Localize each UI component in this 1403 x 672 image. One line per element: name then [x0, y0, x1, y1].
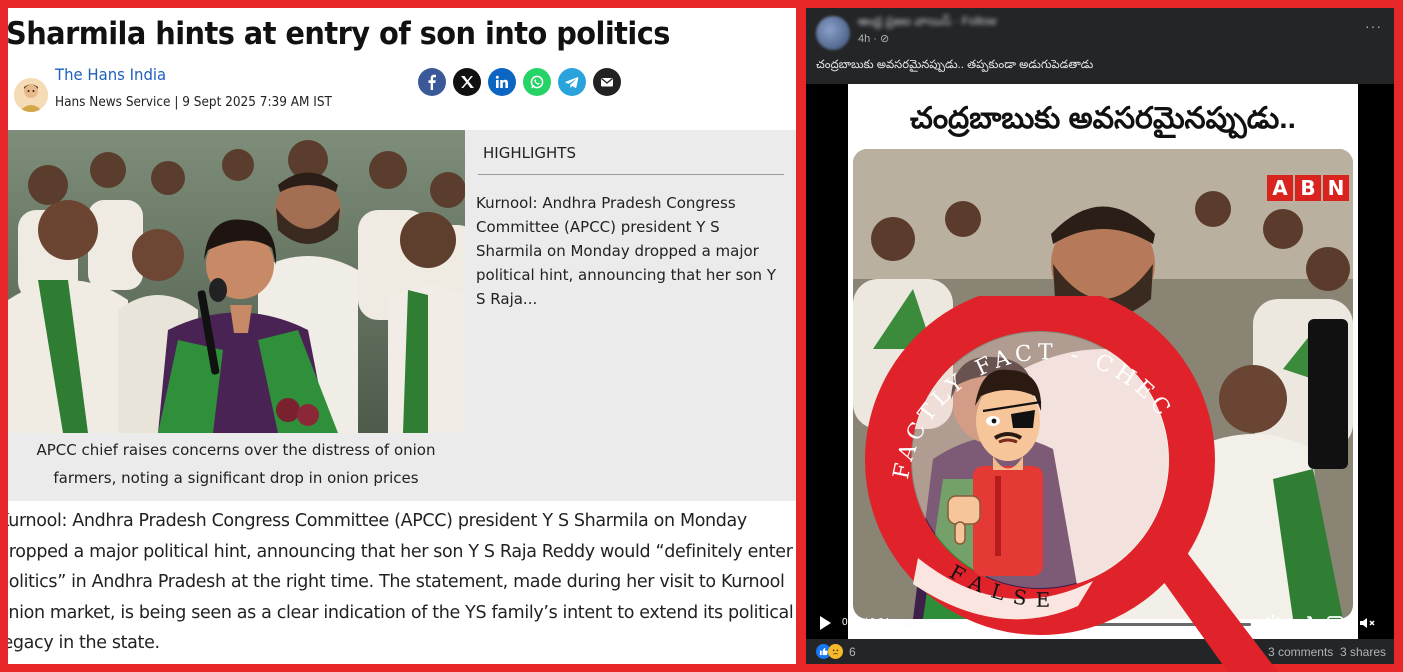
email-icon[interactable]: [593, 68, 621, 96]
video-player[interactable]: చంద్రబాబుకు అవసరమైనప్పుడు.. A B N 0:02 /…: [806, 84, 1394, 639]
post-stats: 3 comments 3 shares: [1268, 645, 1386, 659]
article-byline: Hans News Service | 9 Sept 2025 7:39 AM …: [55, 95, 332, 110]
article-photo: [8, 130, 465, 433]
photo-caption: APCC chief raises concerns over the dist…: [36, 441, 436, 487]
highlights-divider: [478, 174, 784, 175]
article-line: politics” in Andhra Pradesh at the right…: [8, 572, 785, 592]
share-buttons: [418, 68, 621, 96]
reactions[interactable]: 6: [816, 644, 856, 659]
news-article-panel: Sharmila hints at entry of son into poli…: [8, 8, 796, 664]
post-header: ఆంధ్ర ప్రజల వాయిస్ · Follow 4h · ⊘ ··· చ…: [806, 8, 1394, 84]
fullscreen-icon[interactable]: [1296, 614, 1314, 632]
play-icon[interactable]: [820, 616, 831, 630]
video-controls: 0:02 / 0:24: [806, 604, 1394, 639]
progress-fill: [906, 623, 1079, 626]
more-options-icon[interactable]: ···: [1365, 18, 1382, 34]
video-title-text: చంద్రబాబుకు అవసరమైనప్పుడు..: [910, 102, 1296, 135]
author-name-link[interactable]: The Hans India: [55, 65, 166, 84]
highlights-text: Kurnool: Andhra Pradesh Congress Committ…: [476, 194, 776, 308]
post-timestamp[interactable]: 4h · ⊘: [858, 32, 889, 45]
video-scene: A B N: [853, 149, 1353, 619]
facebook-icon[interactable]: [418, 68, 446, 96]
sad-reaction-icon: [828, 644, 843, 659]
comments-count-link[interactable]: 3 comments: [1268, 645, 1333, 659]
logo-letter: B: [1295, 175, 1321, 201]
post-text: చంద్రబాబుకు అవసరమైనప్పుడు.. తప్పకుండా అడ…: [816, 59, 1094, 71]
article-body: Kurnool: Andhra Pradesh Congress Committ…: [8, 506, 796, 659]
reaction-count: 6: [849, 644, 856, 659]
logo-letter: N: [1323, 175, 1349, 201]
page-name-blurred[interactable]: ఆంధ్ర ప్రజల వాయిస్ · Follow: [858, 14, 996, 31]
article-line: legacy in the state.: [8, 633, 160, 653]
mute-icon[interactable]: [1358, 614, 1376, 632]
article-line: onion market, is being seen as a clear i…: [8, 602, 794, 623]
highlights-title: HIGHLIGHTS: [483, 144, 576, 162]
logo-letter: A: [1267, 175, 1293, 201]
post-footer: 6 3 comments 3 shares: [806, 639, 1394, 664]
channel-logo: A B N: [1267, 175, 1349, 201]
article-line: Kurnool: Andhra Pradesh Congress Committ…: [8, 511, 747, 531]
x-icon[interactable]: [453, 68, 481, 96]
article-line: dropped a major political hint, announci…: [8, 541, 793, 562]
settings-icon[interactable]: [1264, 614, 1282, 632]
video-frame: చంద్రబాబుకు అవసరమైనప్పుడు.. A B N: [848, 84, 1358, 639]
shares-count-link[interactable]: 3 shares: [1340, 645, 1386, 659]
linkedin-icon[interactable]: [488, 68, 516, 96]
whatsapp-icon[interactable]: [523, 68, 551, 96]
facebook-post-panel: ఆంధ్ర ప్రజల వాయిస్ · Follow 4h · ⊘ ··· చ…: [806, 8, 1394, 664]
picture-in-picture-icon[interactable]: [1326, 614, 1344, 632]
author-avatar: [14, 78, 48, 112]
telegram-icon[interactable]: [558, 68, 586, 96]
highlights-box: [465, 130, 796, 501]
video-progress-bar[interactable]: [906, 619, 1251, 630]
progress-handle[interactable]: [1073, 619, 1085, 630]
article-headline: Sharmila hints at entry of son into poli…: [8, 16, 670, 52]
page-avatar[interactable]: [816, 16, 850, 50]
video-time: 0:02 / 0:24: [842, 617, 890, 628]
